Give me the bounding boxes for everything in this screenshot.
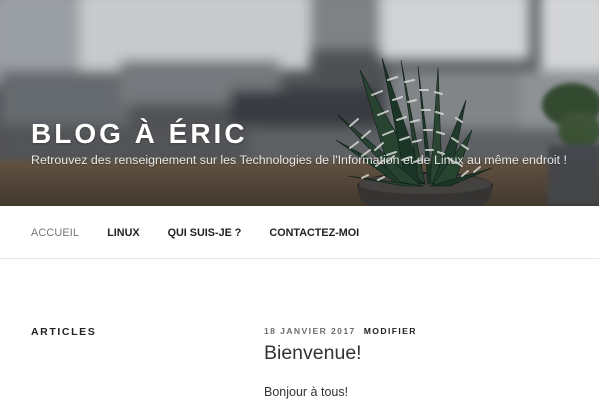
nav-item-accueil[interactable]: ACCUEIL (31, 227, 79, 239)
main-navigation: ACCUEIL LINUX QUI SUIS-JE ? CONTACTEZ-MO… (0, 206, 599, 259)
site-title[interactable]: BLOG À ÉRIC (31, 118, 248, 150)
page: BLOG À ÉRIC Retrouvez des renseignement … (0, 0, 599, 402)
edit-post-link[interactable]: MODIFIER (364, 326, 417, 336)
post-meta: 18 JANVIER 2017 MODIFIER (264, 326, 417, 336)
articles-heading: ARTICLES (31, 326, 97, 338)
post-excerpt: Bonjour à tous! (264, 385, 349, 399)
site-header: BLOG À ÉRIC Retrouvez des renseignement … (0, 0, 599, 206)
nav-item-contactez-moi[interactable]: CONTACTEZ-MOI (269, 227, 359, 239)
site-description: Retrouvez des renseignement sur les Tech… (31, 153, 567, 167)
nav-menu: ACCUEIL LINUX QUI SUIS-JE ? CONTACTEZ-MO… (31, 227, 387, 239)
post-title[interactable]: Bienvenue! (264, 342, 362, 365)
header-image (0, 0, 599, 206)
nav-item-qui-suis-je[interactable]: QUI SUIS-JE ? (168, 227, 242, 239)
post-date[interactable]: 18 JANVIER 2017 (264, 326, 356, 336)
nav-item-linux[interactable]: LINUX (107, 227, 139, 239)
